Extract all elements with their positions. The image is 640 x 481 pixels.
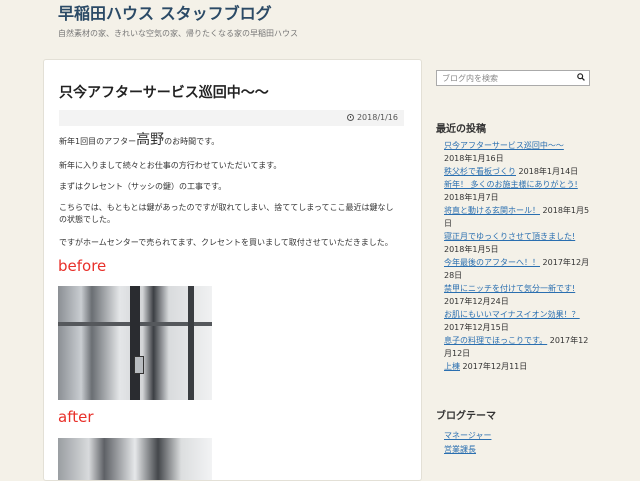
recent-post-link[interactable]: 寝正月でゆっくりさせて頂きました! (444, 232, 575, 241)
search-box (436, 70, 590, 86)
recent-post-link[interactable]: お肌にもいいマイナスイオン効果！？ (444, 310, 580, 319)
recent-post-link[interactable]: 禁甲にニッチを付けて気分一新です! (444, 284, 575, 293)
recent-post-link[interactable]: 只今アフターサービス巡回中～～ (444, 141, 564, 150)
site-title[interactable]: 早稲田ハウス スタッフブログ (58, 4, 298, 24)
recent-post-date: 2018年1月16日 (444, 154, 504, 163)
after-photo (58, 438, 212, 480)
post-title: 只今アフターサービス巡回中～～ (59, 85, 269, 101)
recent-post-date: 2017年12月11日 (462, 362, 528, 371)
paragraph-2: 新年に入りまして続々とお仕事の方行わせていただいてます。 (59, 161, 282, 170)
search-icon[interactable] (577, 73, 585, 81)
recent-post-link[interactable]: 上棟 (444, 362, 460, 371)
clock-icon (346, 114, 354, 121)
before-photo (58, 286, 212, 400)
after-label: after (58, 408, 94, 426)
list-item: 禁甲にニッチを付けて気分一新です! 2017年12月24日 (444, 282, 594, 308)
recent-posts-list: 只今アフターサービス巡回中～～ 2018年1月16日 秩父杉で看板づくり 2018… (444, 139, 594, 373)
list-item: 上棟 2017年12月11日 (444, 360, 594, 373)
recent-post-date: 2018年1月7日 (444, 193, 499, 202)
paragraph-1: 新年1回目のアフター高野のお時間です。 (59, 132, 220, 148)
author-name: 高野 (136, 132, 165, 148)
recent-post-link[interactable]: 新年！ 多くのお施主様にありがとう! (444, 180, 578, 189)
list-item: 新年！ 多くのお施主様にありがとう! 2018年1月7日 (444, 178, 594, 204)
window-frame-right (188, 286, 194, 400)
recent-post-link[interactable]: 将直と動ける玄関ホール！ (444, 206, 540, 215)
theme-link-sales-chief[interactable]: 営業課長 (444, 443, 491, 457)
recent-post-date: 2017年12月24日 (444, 297, 509, 306)
list-item: 今年最後のアフターへ！！ 2017年12月28日 (444, 256, 594, 282)
theme-link-manager[interactable]: マネージャー (444, 429, 491, 443)
list-item: お肌にもいいマイナスイオン効果！？ 2017年12月15日 (444, 308, 594, 334)
list-item: 将直と動ける玄関ホール！ 2018年1月5日 (444, 204, 594, 230)
post-article: 只今アフターサービス巡回中～～ 2018/1/16 新年1回目のアフター高野のお… (43, 59, 422, 481)
recent-posts-title: 最近の投稿 (436, 124, 486, 135)
p1-suffix: のお時間です。 (164, 137, 220, 146)
recent-post-link[interactable]: 今年最後のアフターへ！！ (444, 258, 540, 267)
list-item: 只今アフターサービス巡回中～～ 2018年1月16日 (444, 139, 594, 165)
post-date-text: 2018/1/16 (356, 113, 398, 122)
window-frame (130, 286, 140, 400)
site-description: 自然素材の家、きれいな空気の家、帰りたくなる家の早稲田ハウス (58, 29, 298, 38)
recent-post-date: 2018年1月14日 (518, 167, 579, 176)
post-meta-bar: 2018/1/16 (59, 110, 404, 126)
list-item: 息子の料理でほっこりです。 2017年12月12日 (444, 334, 594, 360)
recent-post-link[interactable]: 秩父杉で看板づくり (444, 167, 516, 176)
blog-theme-title: ブログテーマ (436, 411, 496, 422)
paragraph-3: まずはクレセント（サッシの鍵）の工事です。 (59, 182, 227, 191)
recent-post-date: 2018年1月5日 (444, 245, 499, 254)
post-date: 2018/1/16 (346, 113, 398, 122)
paragraph-5: ですがホームセンターで売られてます、クレセントを買いまして取付させていただきまし… (59, 238, 393, 247)
crescent-lock (134, 356, 144, 374)
recent-post-date: 2017年12月15日 (444, 323, 509, 332)
list-item: 寝正月でゆっくりさせて頂きました! 2018年1月5日 (444, 230, 594, 256)
site-header: 早稲田ハウス スタッフブログ 自然素材の家、きれいな空気の家、帰りたくなる家の早… (58, 4, 298, 39)
paragraph-4-line-1: こちらでは、もともとは鍵があったのですが取れてしまい、捨ててしまってここ最近は鍵… (59, 203, 394, 212)
blog-theme-list: マネージャー 営業課長 (444, 429, 491, 457)
list-item: 秩父杉で看板づくり 2018年1月14日 (444, 165, 594, 178)
p1-prefix: 新年1回目のアフター (59, 137, 137, 146)
search-input[interactable] (437, 71, 572, 85)
before-label: before (58, 257, 107, 275)
paragraph-4-line-2: の状態でした。 (59, 215, 115, 224)
recent-post-link[interactable]: 息子の料理でほっこりです。 (444, 336, 547, 345)
